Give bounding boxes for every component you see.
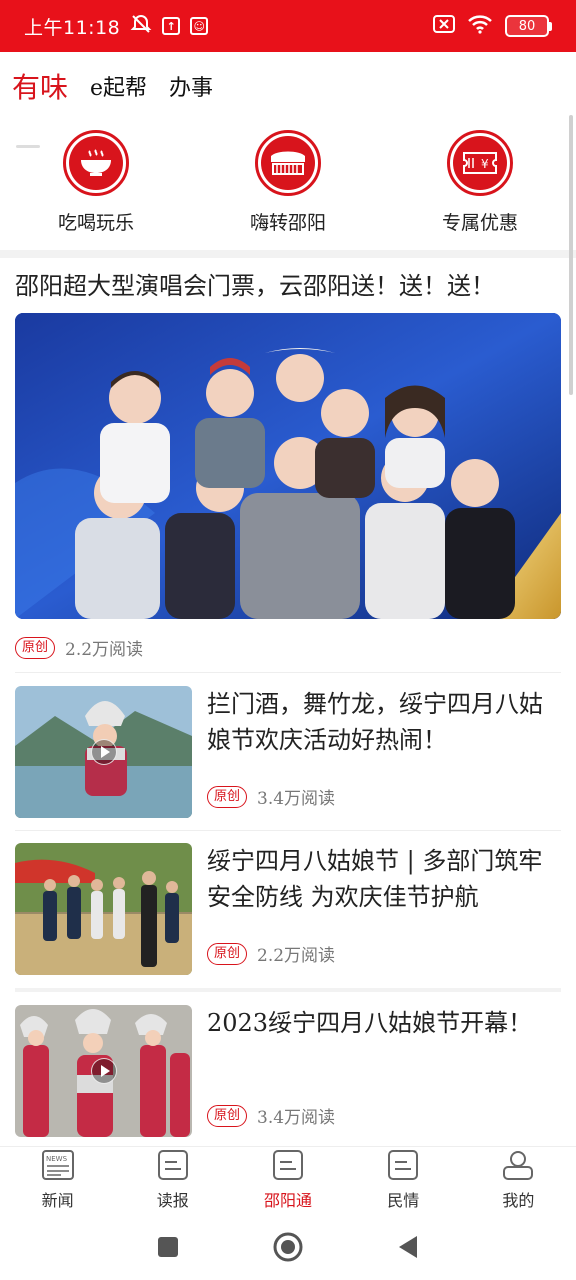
original-badge: 原创	[15, 636, 56, 659]
battery-level: 80	[505, 15, 549, 37]
article-title: 拦门酒，舞竹龙，绥宁四月八姑娘节欢庆活动好热闹！	[207, 690, 543, 754]
svg-text:¥: ¥	[481, 157, 489, 171]
svg-text:NEWS: NEWS	[46, 1155, 68, 1163]
scrollbar[interactable]	[569, 115, 573, 395]
article-thumbnail	[15, 1005, 192, 1137]
nav-profile[interactable]: 我的	[461, 1147, 576, 1214]
nav-read-paper[interactable]: 读报	[115, 1147, 230, 1214]
battery-indicator: 80	[505, 15, 552, 37]
list-item[interactable]: 2023绥宁四月八姑娘节开幕！ 原创 3.4万阅读	[0, 1005, 576, 1137]
nav-shaoyangtong[interactable]: 邵阳通	[230, 1147, 345, 1214]
alarm-off-icon	[130, 13, 152, 39]
nav-label: 邵阳通	[264, 1191, 313, 1210]
feature-image[interactable]	[15, 313, 561, 619]
category-row: 吃喝玩乐 嗨转邵阳 ¥ 专属优惠	[0, 130, 576, 250]
system-nav-bar	[0, 1214, 576, 1280]
category-label: 吃喝玩乐	[57, 212, 134, 234]
read-count: 2.2万阅读	[65, 640, 144, 660]
nav-news[interactable]: NEWS 新闻	[0, 1147, 115, 1214]
article-thumbnail	[15, 843, 192, 975]
top-tabs: 有味 e起帮 办事	[0, 52, 576, 148]
bottom-nav: NEWS 新闻 读报 邵阳通 民情 我的	[0, 1146, 576, 1214]
tab-youwei[interactable]: 有味	[12, 66, 68, 106]
article-thumbnail	[15, 686, 192, 818]
category-discount[interactable]: ¥ 专属优惠	[384, 130, 576, 250]
recents-button[interactable]	[157, 1236, 179, 1258]
play-icon	[91, 739, 117, 765]
category-travel[interactable]: 嗨转邵阳	[192, 130, 384, 250]
article-title: 绥宁四月八姑娘节 | 多部门筑牢安全防线 为欢庆佳节护航	[207, 847, 543, 911]
nav-label: 读报	[156, 1191, 189, 1210]
app-notification-icon: ☺	[190, 17, 209, 35]
article-title: 2023绥宁四月八姑娘节开幕！	[207, 1009, 533, 1037]
list-item[interactable]: 拦门酒，舞竹龙，绥宁四月八姑娘节欢庆活动好热闹！ 原创 3.4万阅读	[0, 686, 576, 818]
nav-public-opinion[interactable]: 民情	[346, 1147, 461, 1214]
play-icon	[91, 1058, 117, 1084]
sim-off-icon	[433, 15, 455, 37]
user-icon	[502, 1150, 534, 1184]
paper-icon	[157, 1150, 189, 1184]
read-count: 3.4万阅读	[257, 1108, 336, 1128]
wifi-icon	[467, 14, 493, 38]
divider	[15, 672, 561, 673]
original-badge: 原创	[207, 1104, 248, 1127]
section-divider	[0, 250, 576, 258]
bowl-icon	[69, 136, 123, 190]
category-label: 专属优惠	[441, 212, 518, 234]
coupon-icon: ¥	[453, 136, 507, 190]
tab-banshi[interactable]: 办事	[169, 70, 213, 102]
landmark-icon	[261, 136, 315, 190]
paper-icon	[272, 1150, 304, 1184]
status-bar: 上午11:18 ↑ ☺ 80	[0, 0, 576, 52]
article-meta: 原创 3.4万阅读	[207, 784, 335, 809]
nav-label: 民情	[387, 1191, 420, 1210]
paper-icon	[387, 1150, 419, 1184]
article-meta: 原创 2.2万阅读	[207, 941, 335, 966]
list-item[interactable]: 绥宁四月八姑娘节 | 多部门筑牢安全防线 为欢庆佳节护航 原创 2.2万阅读	[0, 843, 576, 975]
tab-eqibang[interactable]: e起帮	[90, 70, 147, 102]
original-badge: 原创	[207, 785, 248, 808]
newspaper-icon: NEWS	[41, 1150, 74, 1184]
home-button[interactable]	[273, 1232, 303, 1262]
original-badge: 原创	[207, 942, 248, 965]
feature-meta: 原创 2.2万阅读	[15, 635, 143, 660]
divider	[15, 988, 561, 992]
read-count: 3.4万阅读	[257, 789, 336, 809]
category-eat-drink[interactable]: 吃喝玩乐	[0, 130, 192, 250]
upload-icon: ↑	[162, 17, 181, 35]
status-time: 上午11:18	[24, 16, 121, 39]
read-count: 2.2万阅读	[257, 946, 336, 966]
feature-title[interactable]: 邵阳超大型演唱会门票，云邵阳送！送！送！	[15, 268, 565, 304]
divider	[15, 830, 561, 831]
nav-label: 新闻	[41, 1191, 74, 1210]
nav-label: 我的	[502, 1191, 535, 1210]
category-label: 嗨转邵阳	[249, 212, 326, 234]
article-meta: 原创 3.4万阅读	[207, 1103, 335, 1128]
back-button[interactable]	[397, 1235, 419, 1259]
